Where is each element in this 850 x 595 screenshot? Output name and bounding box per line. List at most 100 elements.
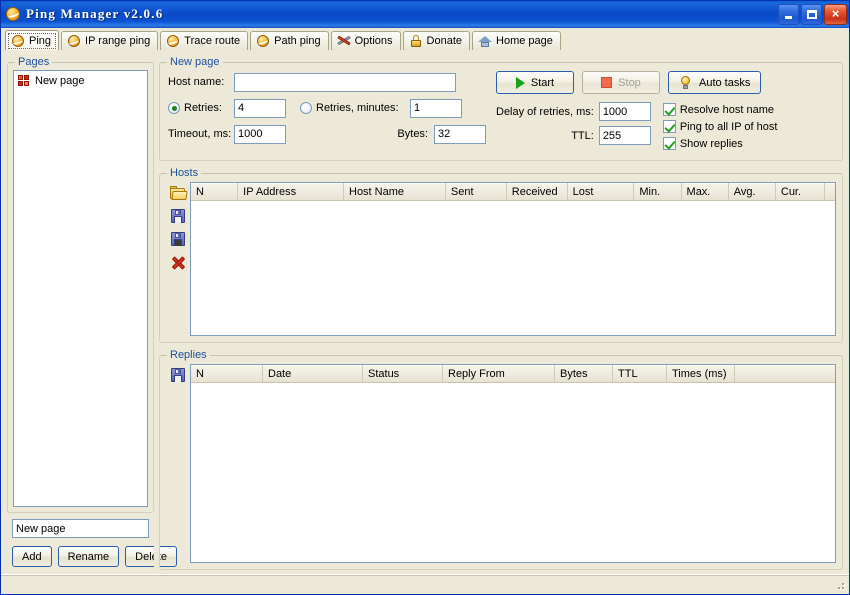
hosts-grid-rows[interactable]	[191, 201, 835, 335]
column-header-filler	[825, 183, 835, 200]
tab-ip-range-ping[interactable]: IP range ping	[61, 31, 158, 50]
resolve-host-name-checkbox[interactable]	[663, 103, 676, 116]
play-icon	[516, 77, 525, 89]
resolve-host-name-label: Resolve host name	[680, 104, 774, 116]
column-header-date[interactable]: Date	[263, 365, 363, 382]
page-name-input[interactable]	[12, 519, 149, 538]
save-icon[interactable]	[170, 367, 187, 383]
ping-all-ip-row[interactable]: Ping to all IP of host	[663, 118, 834, 135]
page-icon	[17, 74, 31, 88]
ping-ball-icon	[11, 34, 25, 48]
save-icon[interactable]	[170, 208, 187, 224]
stop-button[interactable]: Stop	[582, 71, 660, 94]
timeout-input[interactable]	[234, 125, 286, 144]
pages-list[interactable]: New page	[13, 70, 148, 507]
auto-tasks-label: Auto tasks	[699, 77, 750, 89]
column-header-filler	[735, 365, 835, 382]
host-name-row: Host name:	[168, 71, 486, 93]
ttl-input[interactable]	[599, 126, 651, 145]
retries-input[interactable]	[234, 99, 286, 118]
list-item[interactable]: New page	[14, 73, 147, 89]
replies-group: Replies N Date Status Reply From Bytes	[159, 355, 843, 570]
column-header-cur[interactable]: Cur.	[776, 183, 825, 200]
replies-grid[interactable]: N Date Status Reply From Bytes TTL Times…	[190, 364, 836, 563]
column-header-bytes[interactable]: Bytes	[555, 365, 613, 382]
resolve-host-name-row[interactable]: Resolve host name	[663, 101, 834, 118]
hosts-toolbar	[166, 182, 190, 336]
column-header-sent[interactable]: Sent	[446, 183, 507, 200]
column-header-status[interactable]: Status	[363, 365, 443, 382]
pages-group-label: Pages	[15, 56, 52, 68]
column-header-n[interactable]: N	[191, 365, 263, 382]
status-bar	[1, 574, 849, 594]
retries-radio[interactable]	[168, 102, 180, 114]
tab-ping[interactable]: Ping	[5, 30, 59, 50]
stop-square-icon	[601, 77, 612, 88]
host-name-label: Host name:	[168, 76, 234, 88]
column-header-lost[interactable]: Lost	[568, 183, 635, 200]
bytes-input[interactable]	[434, 125, 486, 144]
minimize-button[interactable]	[778, 4, 799, 25]
tab-strip: Ping IP range ping Trace route Path ping…	[1, 28, 849, 50]
save-as-icon[interactable]	[170, 231, 187, 247]
host-name-input[interactable]	[234, 73, 456, 92]
tab-label: Options	[355, 35, 393, 47]
open-folder-icon[interactable]	[170, 185, 187, 201]
column-header-received[interactable]: Received	[507, 183, 568, 200]
hosts-grid-header: N IP Address Host Name Sent Received Los…	[191, 183, 835, 201]
replies-grid-header: N Date Status Reply From Bytes TTL Times…	[191, 365, 835, 383]
close-button[interactable]: ×	[824, 4, 847, 25]
tab-label: Trace route	[184, 35, 240, 47]
column-header-ip-address[interactable]: IP Address	[238, 183, 344, 200]
tab-options[interactable]: Options	[331, 31, 401, 50]
column-header-reply-from[interactable]: Reply From	[443, 365, 555, 382]
rename-button[interactable]: Rename	[58, 546, 120, 567]
title-bar: Ping Manager v2.0.6 ×	[1, 1, 849, 27]
tab-path-ping[interactable]: Path ping	[250, 31, 328, 50]
column-header-ttl[interactable]: TTL	[613, 365, 667, 382]
settings-group-label: New page	[167, 56, 223, 68]
resize-grip-icon[interactable]	[833, 578, 847, 592]
retries-minutes-radio[interactable]	[300, 102, 312, 114]
pages-actions: Add Rename Delete	[7, 513, 154, 570]
show-replies-label: Show replies	[680, 138, 743, 150]
timeout-label: Timeout, ms:	[168, 128, 234, 140]
stop-button-label: Stop	[618, 77, 641, 89]
tab-label: Home page	[496, 35, 553, 47]
show-replies-checkbox[interactable]	[663, 137, 676, 150]
hosts-group: Hosts	[159, 173, 843, 343]
show-replies-row[interactable]: Show replies	[663, 135, 834, 152]
column-header-min[interactable]: Min.	[634, 183, 681, 200]
retries-row: Retries: Retries, minutes:	[168, 97, 486, 119]
pages-panel: Pages New page Add Rename	[3, 50, 154, 574]
tab-trace-route[interactable]: Trace route	[160, 31, 248, 50]
timeout-bytes-row: Timeout, ms: Bytes:	[168, 123, 486, 145]
client-area: Ping IP range ping Trace route Path ping…	[1, 27, 849, 594]
ping-ball-icon	[166, 34, 180, 48]
tab-label: Ping	[29, 35, 51, 47]
column-header-avg[interactable]: Avg.	[729, 183, 776, 200]
replies-grid-rows[interactable]	[191, 383, 835, 562]
tab-label: Path ping	[274, 35, 320, 47]
delay-input[interactable]	[599, 102, 651, 121]
start-button[interactable]: Start	[496, 71, 574, 94]
add-button[interactable]: Add	[12, 546, 52, 567]
ping-panel: CR173.COM New page Host name:	[159, 50, 847, 574]
delete-x-icon[interactable]	[170, 254, 187, 270]
column-header-n[interactable]: N	[191, 183, 238, 200]
column-header-times-ms[interactable]: Times (ms)	[667, 365, 735, 382]
tab-donate[interactable]: Donate	[403, 31, 470, 50]
column-header-max[interactable]: Max.	[682, 183, 729, 200]
retries-minutes-input[interactable]	[410, 99, 462, 118]
tab-home-page[interactable]: Home page	[472, 31, 561, 50]
ping-all-ip-label: Ping to all IP of host	[680, 121, 778, 133]
maximize-button[interactable]	[801, 4, 822, 25]
delay-label: Delay of retries, ms:	[496, 106, 599, 118]
ping-ball-icon	[67, 34, 81, 48]
hosts-grid[interactable]: N IP Address Host Name Sent Received Los…	[190, 182, 836, 336]
pages-group: Pages New page	[7, 62, 154, 513]
settings-right-column: Start Stop Auto tasks	[486, 71, 834, 152]
ping-all-ip-checkbox[interactable]	[663, 120, 676, 133]
auto-tasks-button[interactable]: Auto tasks	[668, 71, 761, 94]
column-header-host-name[interactable]: Host Name	[344, 183, 446, 200]
